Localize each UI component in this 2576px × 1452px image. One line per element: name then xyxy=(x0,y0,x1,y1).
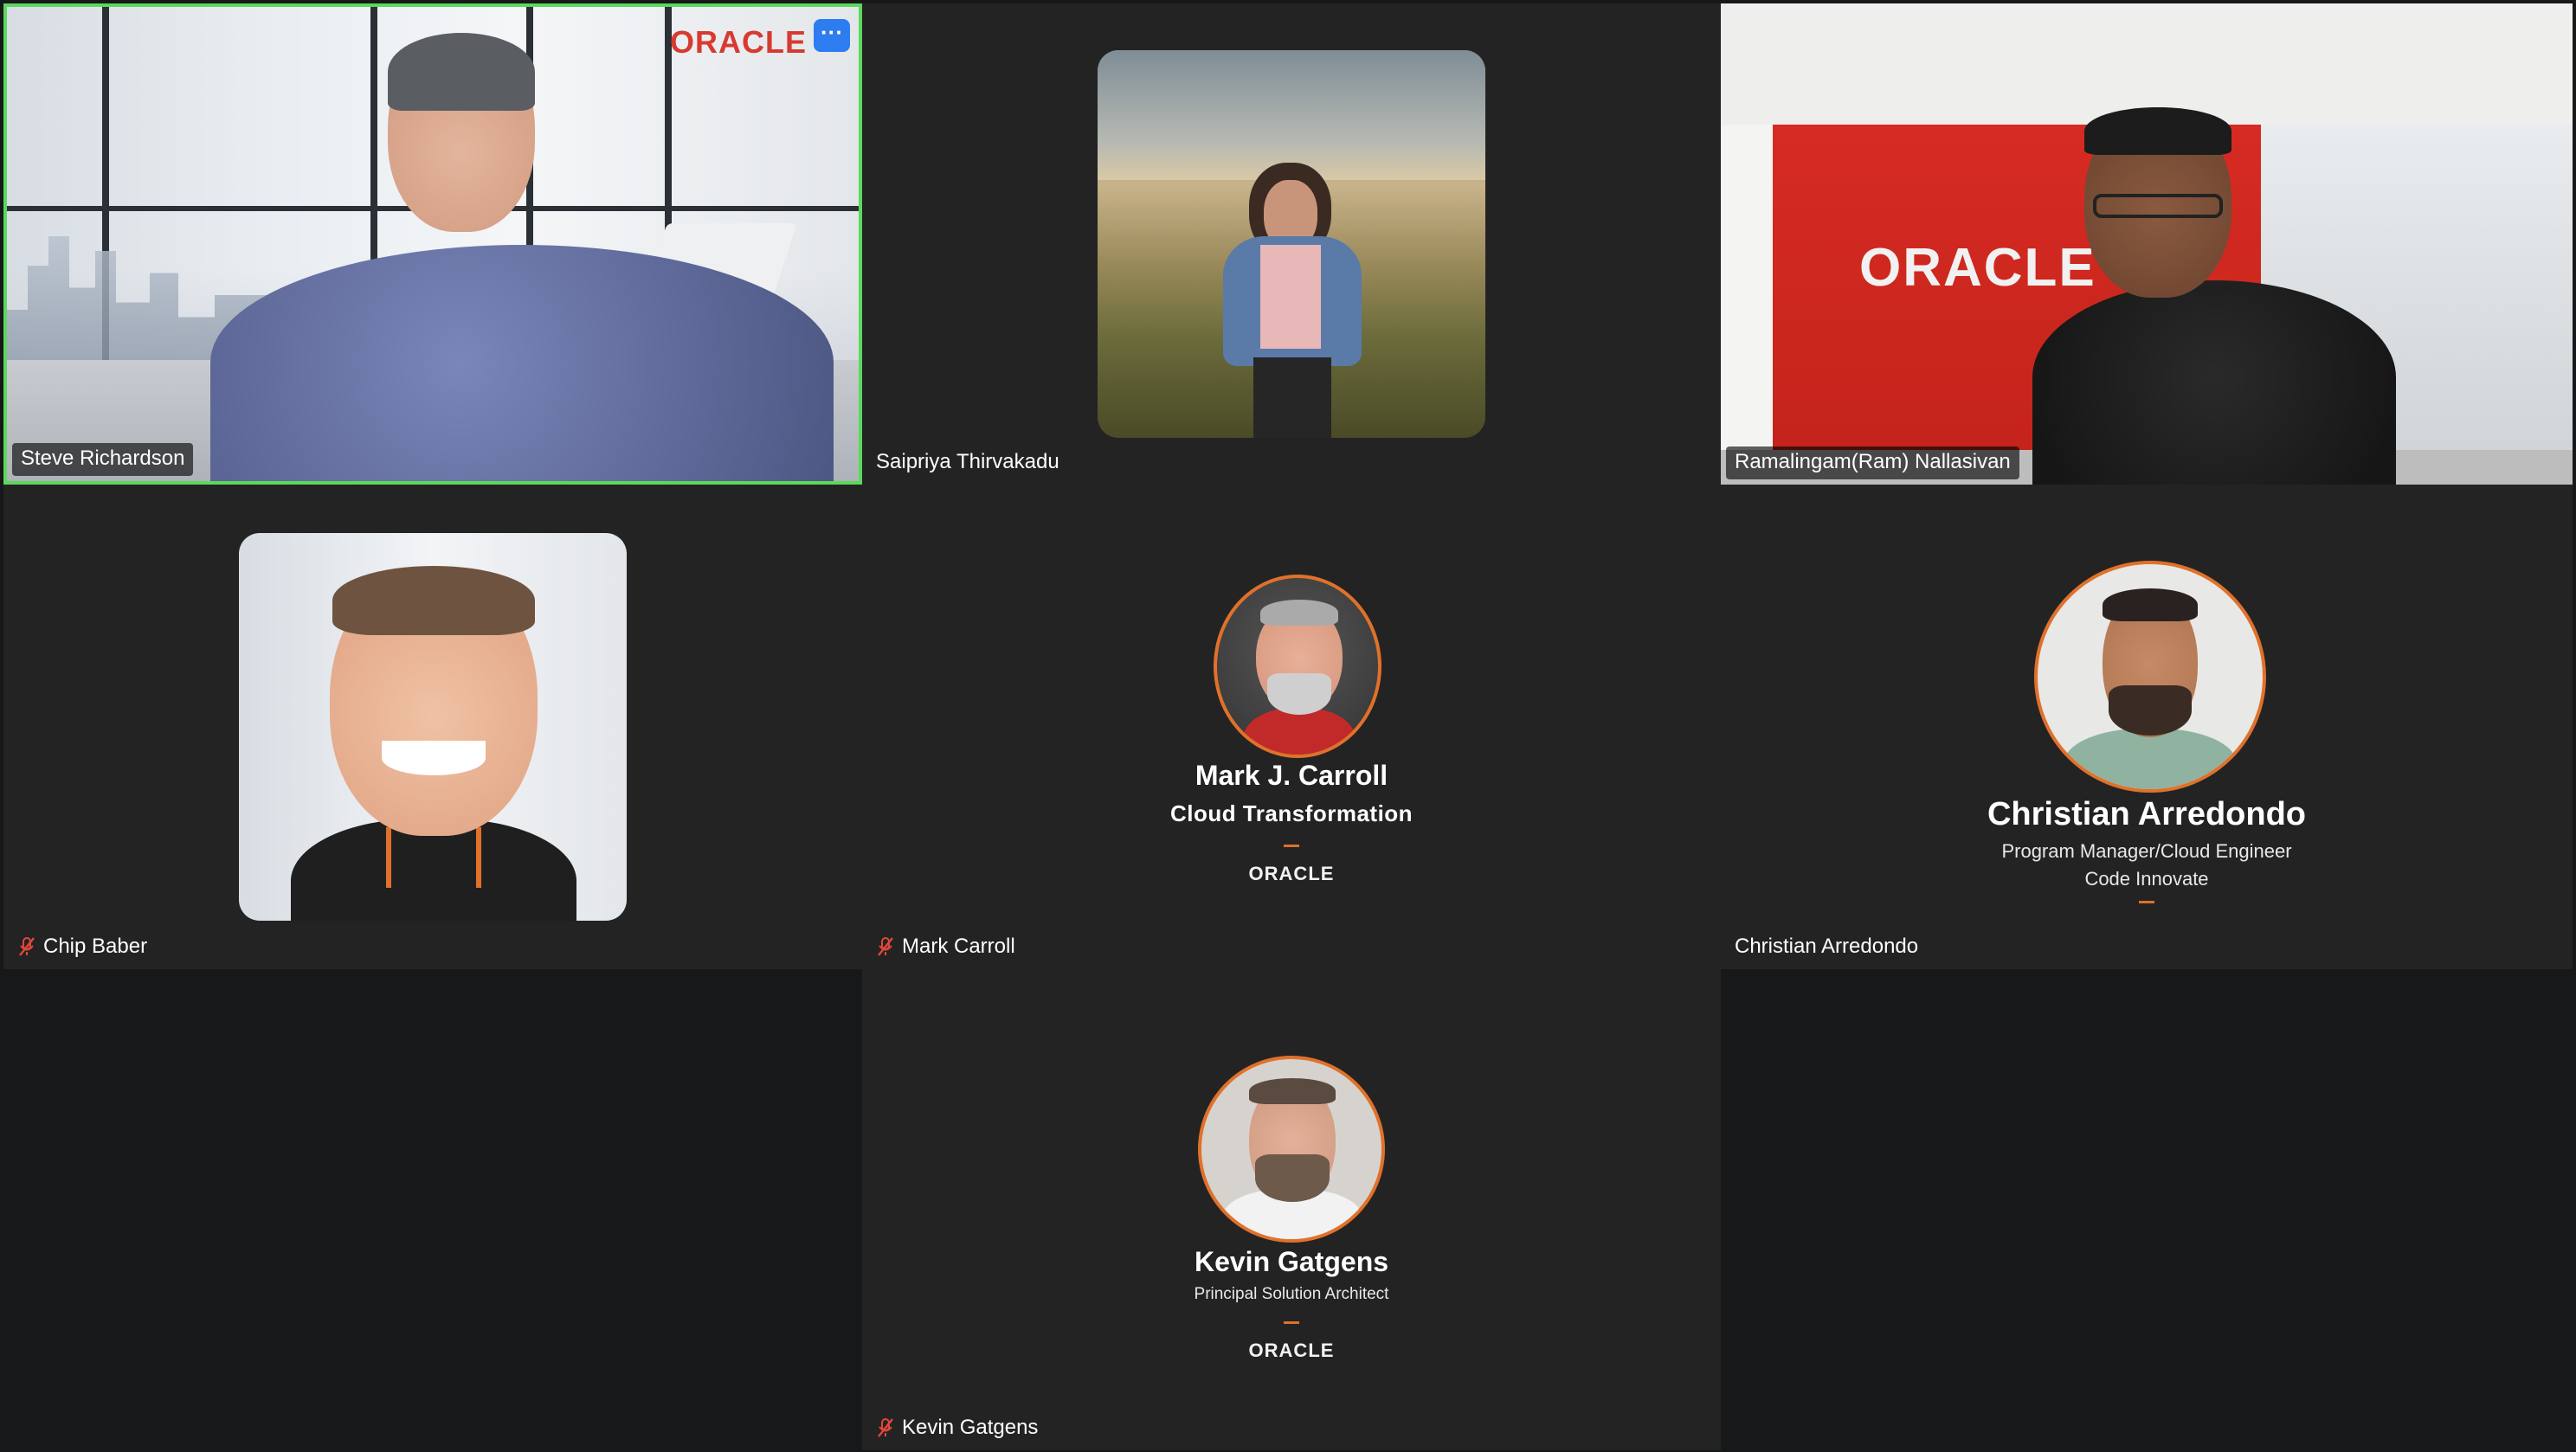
card-divider xyxy=(1284,845,1299,847)
participant-video-steve xyxy=(7,7,859,481)
participant-name-tag: Chip Baber xyxy=(9,931,156,964)
participant-tile-christian[interactable]: Christian Arredondo Program Manager/Clou… xyxy=(1721,485,2573,969)
more-options-button[interactable]: ··· xyxy=(814,19,850,52)
participant-name-tag: Steve Richardson xyxy=(12,443,194,476)
card-title: Cloud Transformation xyxy=(1169,800,1414,826)
card-title-line1: Program Manager/Cloud Engineer xyxy=(2001,840,2292,862)
card-title-line2: Code Innovate xyxy=(2084,868,2209,890)
participant-tile-chip[interactable]: Chip Baber xyxy=(3,485,862,969)
oracle-logo: ORACLE xyxy=(1248,1340,1335,1361)
participant-tile-ram[interactable]: ORACLE Ramalingam(Ram) Nallasivan xyxy=(1721,3,2573,485)
card-name: Christian Arredondo xyxy=(1987,796,2307,832)
participant-name: Christian Arredondo xyxy=(1735,935,1919,958)
participant-tile-saipriya[interactable]: Saipriya Thirvakadu xyxy=(862,3,1721,485)
participant-tile-steve[interactable]: ORACLE ··· Steve Richardson xyxy=(3,3,862,485)
participant-tile-mark[interactable]: Mark J. Carroll Cloud Transformation ORA… xyxy=(862,485,1721,969)
participant-name-tag: Saipriya Thirvakadu xyxy=(867,447,1068,479)
participant-name: Mark Carroll xyxy=(902,935,1015,958)
participant-card: Kevin Gatgens Principal Solution Archite… xyxy=(1075,1246,1508,1362)
participant-card: Christian Arredondo Program Manager/Clou… xyxy=(1887,796,2406,919)
participant-name: Chip Baber xyxy=(43,935,148,958)
card-title: Principal Solution Architect xyxy=(1194,1285,1389,1303)
card-divider xyxy=(1284,1321,1299,1324)
meeting-gallery: ORACLE ··· Steve Richardson Saipriya Thi… xyxy=(0,0,2576,1452)
mic-muted-icon xyxy=(876,936,895,957)
participant-avatar-photo xyxy=(2034,561,2266,793)
participant-name: Ramalingam(Ram) Nallasivan xyxy=(1735,450,2011,473)
participant-tile-kevin[interactable]: Kevin Gatgens Principal Solution Archite… xyxy=(862,969,1721,1450)
oracle-logo: ORACLE xyxy=(1248,863,1335,884)
participant-name-tag: Ramalingam(Ram) Nallasivan xyxy=(1726,447,2019,479)
participant-name-tag: Mark Carroll xyxy=(867,931,1024,964)
card-name: Kevin Gatgens xyxy=(1194,1246,1389,1277)
participant-name-tag: Kevin Gatgens xyxy=(867,1412,1046,1445)
participant-name-tag: Christian Arredondo xyxy=(1726,931,1927,964)
card-divider xyxy=(2139,901,2154,903)
participant-avatar-photo xyxy=(1198,1056,1385,1243)
oracle-logo: ORACLE xyxy=(670,24,807,60)
more-dots-icon: ··· xyxy=(821,19,843,45)
mic-muted-icon xyxy=(17,936,36,957)
participant-avatar-photo xyxy=(239,533,627,921)
oracle-wall-logo: ORACLE xyxy=(1859,238,2096,298)
card-name: Mark J. Carroll xyxy=(1195,760,1388,791)
participant-card: Mark J. Carroll Cloud Transformation ORA… xyxy=(1075,760,1508,885)
participant-video-ram: ORACLE xyxy=(1721,3,2573,485)
participant-avatar-photo xyxy=(1098,50,1485,438)
participant-avatar-photo xyxy=(1214,575,1381,758)
participant-name: Saipriya Thirvakadu xyxy=(876,450,1059,473)
participant-name: Kevin Gatgens xyxy=(902,1416,1039,1439)
participant-name: Steve Richardson xyxy=(21,447,185,470)
mic-muted-icon xyxy=(876,1417,895,1438)
